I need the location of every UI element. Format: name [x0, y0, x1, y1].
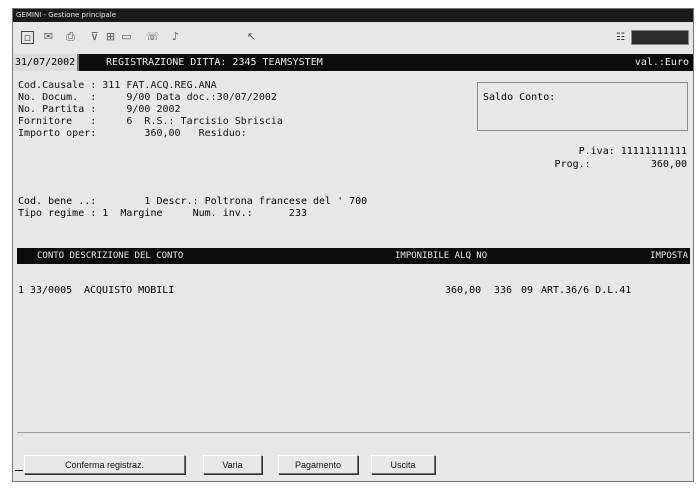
field-fornitore[interactable]: Fornitore : 6 R.S.: Tarcisio Sbriscia — [18, 116, 283, 127]
table-icon[interactable]: ⊞ — [104, 30, 117, 43]
edit-button[interactable]: Varia — [203, 455, 262, 474]
toolbar-right: ☷ — [616, 30, 689, 45]
divider — [17, 432, 690, 433]
saldo-conto-panel: Saldo Conto: — [477, 82, 688, 131]
cursor-icon[interactable]: ↖ — [245, 30, 258, 43]
brand-logo — [631, 30, 689, 45]
field-documento[interactable]: No. Docum. : 9/00 Data doc.:30/07/2002 — [18, 92, 277, 103]
page-title: REGISTRAZIONE DITTA: 2345 TEAMSYSTEM — [106, 57, 323, 68]
window-title: GEMINI - Gestione principale — [16, 11, 117, 19]
action-bar: Conferma registraz. Varia Pagamento Usci… — [13, 455, 693, 477]
toolbar: ▫ ✉ ⎙ ⊽ ⊞ ▭ ☏ ♪ ↖ ☷ — [13, 23, 693, 51]
payment-button[interactable]: Pagamento — [278, 455, 358, 474]
row-alq: 336 — [494, 285, 513, 296]
print-icon[interactable]: ⎙ — [64, 30, 77, 43]
phone-icon[interactable]: ☏ — [146, 30, 160, 43]
field-cod-bene[interactable]: Cod. bene ..: 1 Descr.: Poltrona frances… — [18, 196, 367, 207]
window-title-bar: GEMINI - Gestione principale — [13, 9, 693, 22]
row-imponibile: 360,00 — [445, 285, 482, 296]
field-tipo-regime[interactable]: Tipo regime : 1 Margine Num. inv.: 233 — [18, 208, 307, 219]
calculator-icon[interactable]: ▫ — [21, 31, 34, 44]
progressivo: Prog.: 360,00 — [554, 159, 687, 170]
row-conto: 33/0005 — [30, 285, 73, 296]
main-window: GEMINI - Gestione principale ▫ ✉ ⎙ ⊽ ⊞ ▭… — [12, 8, 694, 482]
col-header-conto: CONTO DESCRIZIONE DEL CONTO — [37, 251, 184, 261]
monitor-icon[interactable]: ▭ — [120, 30, 133, 43]
field-importo[interactable]: Importo oper: 360,00 Residuo: — [18, 128, 247, 139]
network-icon[interactable]: ☷ — [616, 32, 625, 43]
mail-icon[interactable]: ✉ — [42, 30, 55, 43]
row-number: 1 — [18, 285, 25, 296]
saldo-conto-label: Saldo Conto: — [483, 92, 556, 103]
field-causale[interactable]: Cod.Causale : 311 FAT.ACQ.REG.ANA — [18, 80, 217, 91]
exit-button[interactable]: Uscita — [371, 455, 435, 474]
row-no: 09 — [521, 285, 534, 296]
confirm-registration-button[interactable]: Conferma registraz. — [24, 455, 185, 474]
table-header: CONTO DESCRIZIONE DEL CONTO IMPONIBILE A… — [17, 248, 690, 264]
partita-iva: P.iva: 11111111111 — [578, 146, 687, 157]
filter-icon[interactable]: ⊽ — [88, 30, 101, 43]
col-header-imponibile: IMPONIBILE ALQ NO — [395, 251, 488, 261]
current-date: 31/07/2002 — [13, 54, 80, 71]
registration-fields: Cod.Causale : 311 FAT.ACQ.REG.ANA No. Do… — [18, 80, 283, 140]
col-header-imposta: IMPOSTA — [650, 251, 688, 261]
currency-label: val.:Euro — [634, 57, 689, 68]
field-partita[interactable]: No. Partita : 9/00 2002 — [18, 104, 181, 115]
cursor-underscore — [15, 470, 23, 471]
row-descrizione: ACQUISTO MOBILI — [84, 285, 175, 296]
row-note: ART.36/6 D.L.41 — [541, 285, 632, 296]
header-bar: 31/07/2002 REGISTRAZIONE DITTA: 2345 TEA… — [13, 54, 693, 71]
bene-fields: Cod. bene ..: 1 Descr.: Poltrona frances… — [18, 196, 367, 220]
sound-icon[interactable]: ♪ — [169, 30, 182, 43]
